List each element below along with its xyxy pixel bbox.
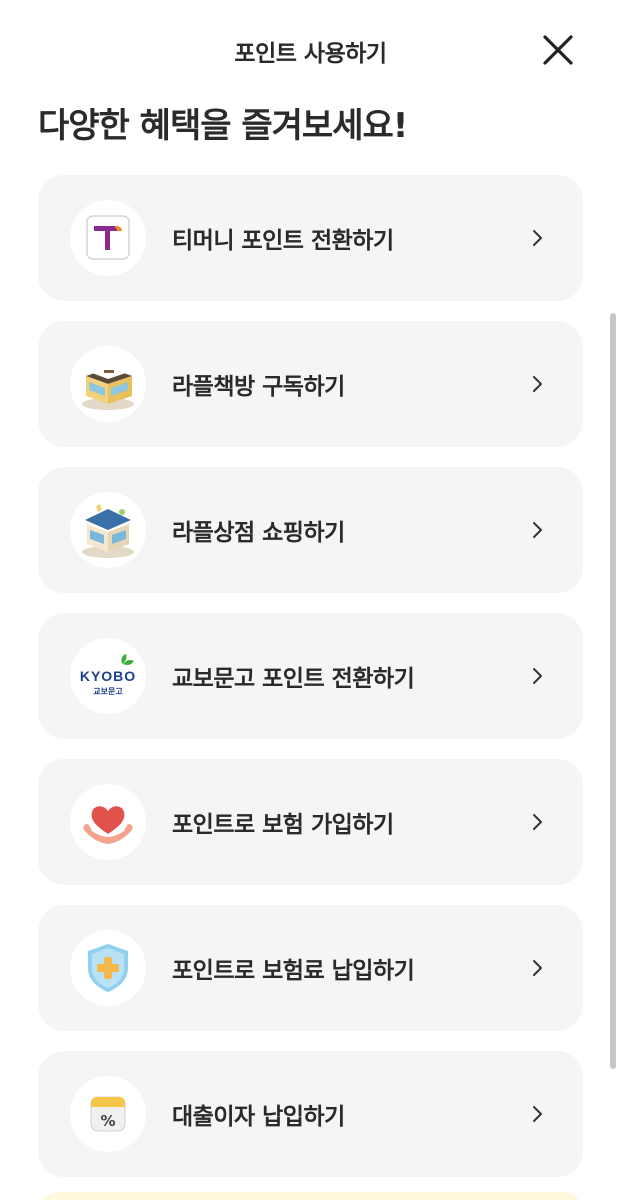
chevron-right-icon: [533, 960, 542, 976]
menu-item-label: 라플책방 구독하기: [172, 374, 345, 400]
menu-item-insurance-payment[interactable]: 포인트로 보험료 납입하기: [38, 905, 583, 1031]
menu-item-label: 티머니 포인트 전환하기: [172, 228, 394, 254]
kyobo-logo-subtext: 교보문고: [93, 687, 123, 696]
kyobo-logo-text: KYOBO: [80, 668, 136, 684]
close-icon: [543, 35, 573, 65]
menu-item-bookstore[interactable]: 라플책방 구독하기: [38, 321, 583, 447]
menu-item-loan-interest[interactable]: % 대출이자 납입하기: [38, 1051, 583, 1177]
bookstore-building-icon: [70, 346, 146, 422]
chevron-right-icon: [533, 668, 542, 684]
menu-item-label: 포인트로 보험 가입하기: [172, 812, 394, 838]
tmoney-logo-icon: [70, 200, 146, 276]
chevron-right-icon: [533, 1106, 542, 1122]
menu-item-tmoney[interactable]: 티머니 포인트 전환하기: [38, 175, 583, 301]
chevron-right-icon: [533, 522, 542, 538]
chevron-right-icon: [533, 814, 542, 830]
percent-glyph: %: [100, 1112, 115, 1130]
close-button[interactable]: [538, 30, 578, 70]
menu-item-label: 교보문고 포인트 전환하기: [172, 666, 415, 692]
scrollbar[interactable]: [610, 313, 616, 1069]
page-title: 포인트 사용하기: [234, 41, 387, 67]
chevron-right-icon: [533, 230, 542, 246]
chevron-right-icon: [533, 376, 542, 392]
menu-item-shop[interactable]: 라플상점 쇼핑하기: [38, 467, 583, 593]
menu-item-label: 대출이자 납입하기: [172, 1104, 345, 1130]
menu-item-label: 라플상점 쇼핑하기: [172, 520, 345, 546]
partially-visible-card[interactable]: [38, 1192, 583, 1200]
menu-item-kyobo[interactable]: KYOBO 교보문고 교보문고 포인트 전환하기: [38, 613, 583, 739]
shop-building-icon: [70, 492, 146, 568]
header: 포인트 사용하기: [0, 0, 621, 100]
menu-item-label: 포인트로 보험료 납입하기: [172, 958, 415, 984]
shield-plus-icon: [70, 930, 146, 1006]
percent-calendar-icon: %: [70, 1076, 146, 1152]
menu-item-insurance-signup[interactable]: 포인트로 보험 가입하기: [38, 759, 583, 885]
heart-hands-icon: [70, 784, 146, 860]
headline: 다양한 혜택을 즐겨보세요!: [38, 106, 408, 146]
kyobo-logo-icon: KYOBO 교보문고: [70, 638, 146, 714]
